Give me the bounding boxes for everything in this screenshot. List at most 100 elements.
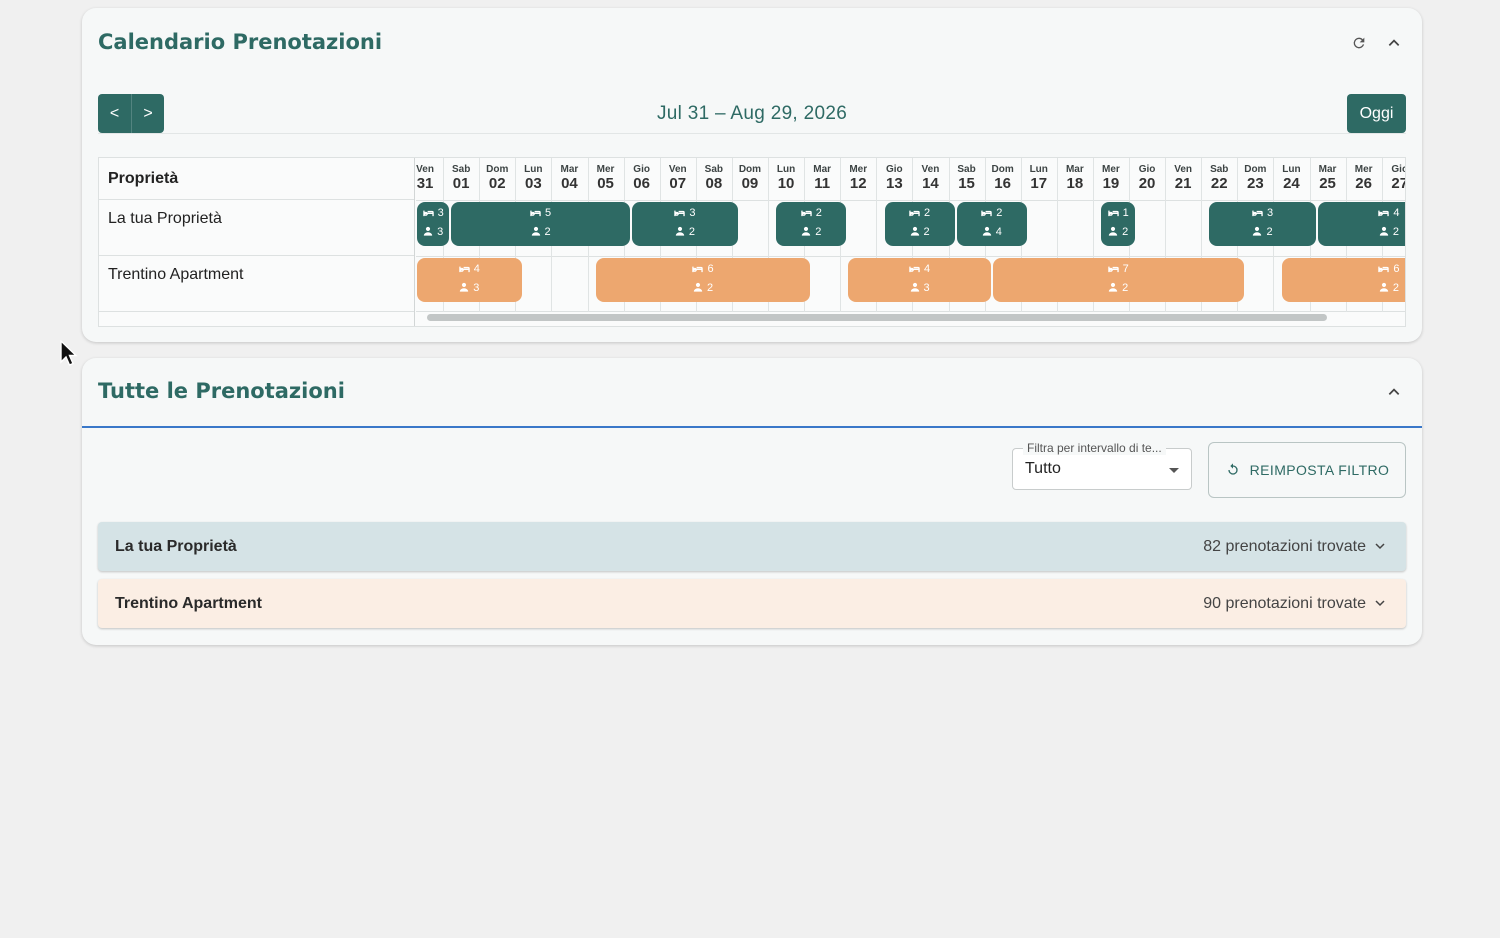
property-row-2: Trentino Apartment: [99, 256, 414, 312]
booking-guests: 3: [417, 226, 449, 238]
day-header: Ven 21: [1165, 158, 1201, 200]
day-header: Sab 01: [443, 158, 479, 200]
accordion-title: Trentino Apartment: [115, 595, 262, 612]
day-header: Mar 11: [804, 158, 840, 200]
day-name: Gio: [633, 164, 650, 175]
horizontal-scrollbar[interactable]: [427, 314, 1327, 321]
booking-bar[interactable]: 42: [1317, 202, 1405, 246]
booking-bar[interactable]: 22: [884, 202, 955, 246]
bookings-count: 90 prenotazioni trovate: [1203, 595, 1366, 612]
day-name: Gio: [1138, 164, 1156, 175]
accordion-property-1[interactable]: La tua Proprietà 82 prenotazioni trovate: [98, 522, 1406, 571]
bed-icon: [1378, 207, 1393, 219]
bed-icon: [422, 207, 438, 219]
day-number: 17: [1030, 175, 1048, 192]
today-button[interactable]: Oggi: [1347, 94, 1406, 133]
bed-icon: [909, 263, 924, 275]
booking-bar[interactable]: 32: [631, 202, 739, 246]
day-header: Dom 09: [732, 158, 768, 200]
day-header: Lun 17: [1021, 158, 1057, 200]
booking-bar[interactable]: 52: [451, 202, 630, 246]
booking-bar[interactable]: 62: [1281, 258, 1405, 302]
accordion-property-2[interactable]: Trentino Apartment 90 prenotazioni trova…: [98, 579, 1406, 628]
day-header: Gio 20: [1129, 158, 1165, 200]
day-name: Mar: [1318, 164, 1337, 175]
booking-guests: 2: [776, 226, 846, 238]
bed-icon: [1378, 263, 1393, 275]
collapse-list-button[interactable]: [1382, 380, 1406, 404]
bed-icon: [1107, 207, 1123, 219]
day-name: Mar: [1065, 164, 1084, 175]
property-header: Proprietà: [99, 158, 414, 200]
booking-guests: 3: [417, 282, 522, 294]
collapse-calendar-button[interactable]: [1382, 31, 1406, 55]
property-column: Proprietà La tua Proprietà Trentino Apar…: [99, 158, 415, 326]
booking-bar[interactable]: 32: [1209, 202, 1316, 246]
booking-bar[interactable]: 62: [595, 258, 811, 302]
day-name: Lun: [524, 164, 543, 175]
refresh-button[interactable]: [1347, 31, 1371, 55]
day-name: Mar: [813, 164, 832, 175]
booking-bar[interactable]: 24: [956, 202, 1027, 246]
booking-bar[interactable]: 22: [776, 202, 847, 246]
day-header: Mer 19: [1093, 158, 1129, 200]
day-name: Mer: [1102, 164, 1120, 175]
day-header: Lun 10: [768, 158, 804, 200]
day-number: 27: [1391, 175, 1405, 192]
bookings-list-card: Tutte le Prenotazioni Filtra per interva…: [82, 358, 1422, 645]
timeline-area[interactable]: Ven 31 Sab 01 Dom 02 Lun 03 Mar 04 Mer 05 Gio 06 Ven 07…: [416, 158, 1405, 326]
refresh-icon: [1353, 37, 1365, 49]
booking-guests: 2: [993, 282, 1244, 294]
property-row-1: La tua Proprietà: [99, 200, 414, 256]
day-header: Gio 06: [624, 158, 660, 200]
person-icon: [1379, 226, 1393, 238]
booking-nights: 4: [848, 263, 990, 275]
date-range-filter-select[interactable]: Filtra per intervallo di te... Tutto: [1012, 441, 1192, 490]
day-number: 13: [886, 175, 903, 192]
booking-bar[interactable]: 33: [417, 202, 450, 246]
bed-icon: [692, 263, 707, 275]
day-header: Dom 23: [1237, 158, 1273, 200]
day-number: 25: [1319, 175, 1336, 192]
day-number: 15: [958, 175, 975, 192]
day-name: Dom: [991, 164, 1014, 175]
booking-guests: 2: [451, 226, 630, 238]
booking-bar[interactable]: 43: [848, 258, 991, 302]
day-name: Sab: [957, 164, 976, 175]
chevron-up-icon: [1388, 39, 1400, 46]
person-icon: [531, 226, 545, 238]
day-name: Lun: [776, 164, 796, 175]
day-name: Ven: [1174, 164, 1193, 175]
bed-icon: [530, 207, 545, 219]
day-name: Dom: [1244, 164, 1267, 175]
day-number: 03: [525, 175, 542, 192]
booking-bar[interactable]: 43: [417, 258, 522, 302]
day-number: 02: [488, 175, 506, 192]
caret-down-icon: [1169, 468, 1179, 473]
day-number: 18: [1066, 175, 1084, 192]
booking-bar[interactable]: 72: [992, 258, 1244, 302]
person-icon: [423, 226, 437, 238]
booking-nights: 1: [1101, 207, 1135, 219]
person-icon: [1108, 282, 1122, 294]
booking-guests: 2: [1209, 226, 1315, 238]
section-indicator: [82, 426, 1422, 428]
day-header: Sab 22: [1201, 158, 1237, 200]
bed-icon: [909, 207, 924, 219]
day-name: Ven: [416, 164, 434, 175]
person-icon: [801, 226, 815, 238]
day-header: Gio27: [1382, 158, 1405, 200]
booking-nights: 6: [1282, 263, 1405, 275]
chevron-down-icon: [1375, 543, 1385, 550]
reset-icon: [1227, 463, 1238, 475]
toolbar-divider: [98, 133, 1406, 134]
resource-timeline: Proprietà La tua Proprietà Trentino Apar…: [98, 157, 1406, 327]
bookings-count: 82 prenotazioni trovate: [1203, 538, 1366, 555]
day-name: Dom: [738, 164, 762, 175]
reset-filter-button[interactable]: REIMPOSTA FILTRO: [1208, 442, 1406, 498]
day-number: 23: [1247, 175, 1264, 192]
booking-guests: 4: [957, 226, 1027, 238]
day-name: Mer: [849, 164, 868, 175]
booking-bar[interactable]: 12: [1101, 202, 1136, 246]
date-range-title: Jul 31 – Aug 29, 2026: [656, 103, 848, 124]
